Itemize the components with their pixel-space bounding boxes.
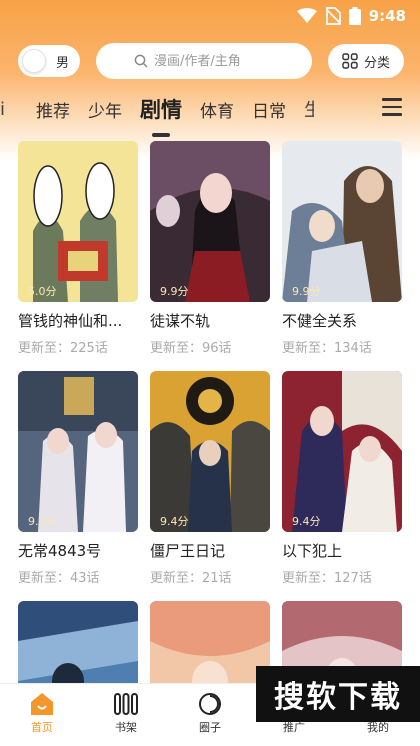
comic-score: 9.4分 xyxy=(292,515,321,528)
comic-card[interactable]: 9.3分 无常4843号 更新至：43话 xyxy=(18,371,138,586)
battery-icon xyxy=(348,7,361,25)
nav-bookshelf-label: 书架 xyxy=(115,721,137,734)
comic-cover[interactable] xyxy=(18,601,138,683)
nav-bookshelf[interactable]: 书架 xyxy=(84,684,168,746)
tab-daily[interactable]: 日常 xyxy=(252,97,286,122)
comic-cover[interactable]: 9.4分 xyxy=(282,371,402,532)
search-box[interactable] xyxy=(96,43,312,79)
comic-cover[interactable]: 9.9分 xyxy=(282,141,402,302)
comic-score: 9.9分 xyxy=(160,285,189,298)
tab-partial-right[interactable]: 生 xyxy=(304,96,314,122)
comic-cover[interactable] xyxy=(150,601,270,683)
comic-score: 5.0分 xyxy=(28,285,57,298)
comic-card[interactable] xyxy=(18,601,138,683)
comic-score: 9.3分 xyxy=(28,515,57,528)
search-input[interactable] xyxy=(154,53,274,69)
bookshelf-icon xyxy=(114,693,138,715)
tab-drama-label: 剧情 xyxy=(140,98,182,122)
comic-title[interactable]: 管钱的神仙和... xyxy=(18,310,138,331)
comic-card[interactable]: 5.0分 管钱的神仙和... 更新至：225话 xyxy=(18,141,138,356)
tab-shonen[interactable]: 少年 xyxy=(88,97,122,122)
circle-icon xyxy=(199,693,221,715)
active-tab-indicator xyxy=(152,133,170,137)
tab-recommend[interactable]: 推荐 xyxy=(36,97,70,122)
nav-circle-label: 圈子 xyxy=(199,721,221,734)
status-time: 9:48 xyxy=(368,7,406,25)
comic-title[interactable]: 无常4843号 xyxy=(18,540,138,561)
comic-card[interactable]: 9.9分 徒谋不轨 更新至：96话 xyxy=(150,141,270,356)
comic-title[interactable]: 不健全关系 xyxy=(282,310,402,331)
genre-tabs: i 推荐 少年 剧情 体育 日常 生 xyxy=(0,88,420,137)
comic-cover[interactable]: 9.4分 xyxy=(150,371,270,532)
wifi-icon xyxy=(296,8,317,23)
comic-title[interactable]: 僵尸王日记 xyxy=(150,540,270,561)
comic-score: 9.9分 xyxy=(292,285,321,298)
comic-update: 更新至：127话 xyxy=(282,571,372,586)
search-icon xyxy=(134,54,148,68)
comic-update: 更新至：43话 xyxy=(18,571,100,586)
tab-partial-left[interactable]: i xyxy=(0,99,18,120)
category-button[interactable]: 分类 xyxy=(328,44,404,78)
watermark-badge: 搜软下载 xyxy=(256,666,420,722)
comic-update: 更新至：21话 xyxy=(150,571,232,586)
comic-title[interactable]: 徒谋不轨 xyxy=(150,310,270,331)
comic-title[interactable]: 以下犯上 xyxy=(282,540,402,561)
comic-grid: 5.0分 管钱的神仙和... 更新至：225话 9.9分 徒谋不轨 更新至：96… xyxy=(18,141,408,683)
no-sim-icon xyxy=(325,7,341,25)
status-bar: 9:48 xyxy=(0,0,420,32)
comic-cover[interactable]: 9.9分 xyxy=(150,141,270,302)
comic-cover[interactable]: 9.3分 xyxy=(18,371,138,532)
comic-cover[interactable]: 5.0分 xyxy=(18,141,138,302)
comic-update: 更新至：96话 xyxy=(150,341,232,356)
comic-card[interactable]: 9.4分 以下犯上 更新至：127话 xyxy=(282,371,402,586)
comic-card[interactable] xyxy=(150,601,270,683)
category-grid-icon xyxy=(342,53,358,69)
gender-toggle[interactable]: 男 xyxy=(18,45,80,77)
category-label: 分类 xyxy=(363,55,390,71)
comic-update: 更新至：225话 xyxy=(18,341,108,356)
tab-drama[interactable]: 剧情 xyxy=(140,94,182,137)
nav-circle[interactable]: 圈子 xyxy=(168,684,252,746)
nav-home[interactable]: 首页 xyxy=(0,684,84,746)
toggle-knob xyxy=(22,49,46,73)
menu-icon[interactable] xyxy=(382,98,402,116)
tab-sports[interactable]: 体育 xyxy=(200,97,234,122)
gender-label: 男 xyxy=(56,55,70,71)
comic-card[interactable]: 9.4分 僵尸王日记 更新至：21话 xyxy=(150,371,270,586)
comic-score: 9.4分 xyxy=(160,515,189,528)
comic-card[interactable]: 9.9分 不健全关系 更新至：134话 xyxy=(282,141,402,356)
nav-home-label: 首页 xyxy=(31,721,53,734)
comic-update: 更新至：134话 xyxy=(282,341,372,356)
home-icon xyxy=(31,693,53,715)
search-row: 男 分类 xyxy=(18,42,404,80)
